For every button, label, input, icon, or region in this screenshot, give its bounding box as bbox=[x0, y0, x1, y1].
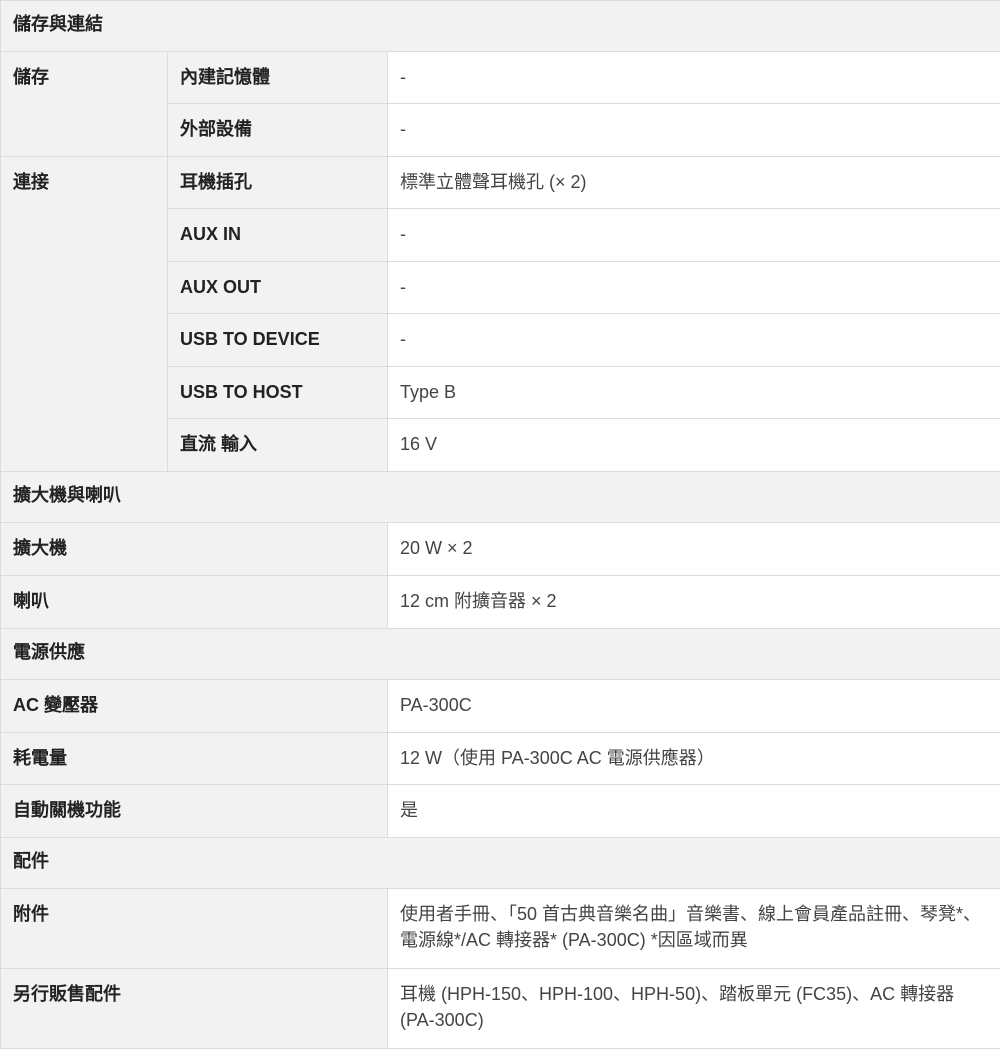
table-row: 擴大機 20 W × 2 bbox=[0, 522, 1000, 576]
table-row: AC 變壓器 PA-300C bbox=[0, 679, 1000, 733]
row-label: 耳機插孔 bbox=[167, 156, 388, 209]
row-label: AUX IN bbox=[167, 208, 388, 262]
spec-table: 儲存與連結 儲存 內建記憶體 - 外部設備 - 連接 耳機插孔 標準立體聲耳機孔… bbox=[0, 0, 1000, 1049]
row-label: AC 變壓器 bbox=[0, 679, 388, 733]
table-row: 附件 使用者手冊、「50 首古典音樂名曲」音樂書、線上會員產品註冊、琴凳*、電源… bbox=[0, 888, 1000, 969]
section-header-row: 配件 bbox=[0, 837, 1000, 889]
row-value: 12 cm 附擴音器 × 2 bbox=[386, 575, 1000, 629]
row-value: Type B bbox=[386, 366, 1000, 419]
section-header-row: 電源供應 bbox=[0, 628, 1000, 680]
table-row: 喇叭 12 cm 附擴音器 × 2 bbox=[0, 575, 1000, 629]
row-value: 標準立體聲耳機孔 (× 2) bbox=[386, 156, 1000, 209]
row-label: 耗電量 bbox=[0, 732, 388, 785]
row-label: 直流 輸入 bbox=[167, 418, 388, 472]
section-accessories: 配件 bbox=[0, 837, 1000, 889]
row-label: 外部設備 bbox=[167, 103, 388, 157]
row-label: 附件 bbox=[0, 888, 388, 969]
row-label: 喇叭 bbox=[0, 575, 388, 629]
row-label: 自動關機功能 bbox=[0, 784, 388, 838]
row-value: - bbox=[386, 313, 1000, 367]
group-label-storage: 儲存 bbox=[0, 51, 168, 157]
row-label: 另行販售配件 bbox=[0, 968, 388, 1049]
row-value: 是 bbox=[386, 784, 1000, 838]
section-storage-connect: 儲存與連結 bbox=[0, 0, 1000, 52]
row-label: USB TO HOST bbox=[167, 366, 388, 419]
row-label: AUX OUT bbox=[167, 261, 388, 314]
table-row: 耗電量 12 W（使用 PA-300C AC 電源供應器） bbox=[0, 732, 1000, 785]
table-row: 連接 耳機插孔 標準立體聲耳機孔 (× 2) bbox=[0, 156, 1000, 472]
row-value: PA-300C bbox=[386, 679, 1000, 733]
row-value: - bbox=[386, 261, 1000, 314]
section-header-row: 擴大機與喇叭 bbox=[0, 471, 1000, 523]
row-value: - bbox=[386, 208, 1000, 262]
row-label: 擴大機 bbox=[0, 522, 388, 576]
table-row: 自動關機功能 是 bbox=[0, 784, 1000, 838]
table-row: 另行販售配件 耳機 (HPH-150、HPH-100、HPH-50)、踏板單元 … bbox=[0, 968, 1000, 1049]
group-label-connect: 連接 bbox=[0, 156, 168, 472]
row-value: 使用者手冊、「50 首古典音樂名曲」音樂書、線上會員產品註冊、琴凳*、電源線*/… bbox=[386, 888, 1000, 969]
section-header-row: 儲存與連結 bbox=[0, 0, 1000, 52]
row-value: 16 V bbox=[386, 418, 1000, 472]
row-value: - bbox=[386, 103, 1000, 157]
row-label: USB TO DEVICE bbox=[167, 313, 388, 367]
row-value: 12 W（使用 PA-300C AC 電源供應器） bbox=[386, 732, 1000, 785]
section-power: 電源供應 bbox=[0, 628, 1000, 680]
table-row: 儲存 內建記憶體 - bbox=[0, 51, 1000, 157]
row-value: 20 W × 2 bbox=[386, 522, 1000, 576]
row-value: - bbox=[386, 51, 1000, 104]
row-label: 內建記憶體 bbox=[167, 51, 388, 104]
row-value: 耳機 (HPH-150、HPH-100、HPH-50)、踏板單元 (FC35)、… bbox=[386, 968, 1000, 1049]
section-amp-speaker: 擴大機與喇叭 bbox=[0, 471, 1000, 523]
